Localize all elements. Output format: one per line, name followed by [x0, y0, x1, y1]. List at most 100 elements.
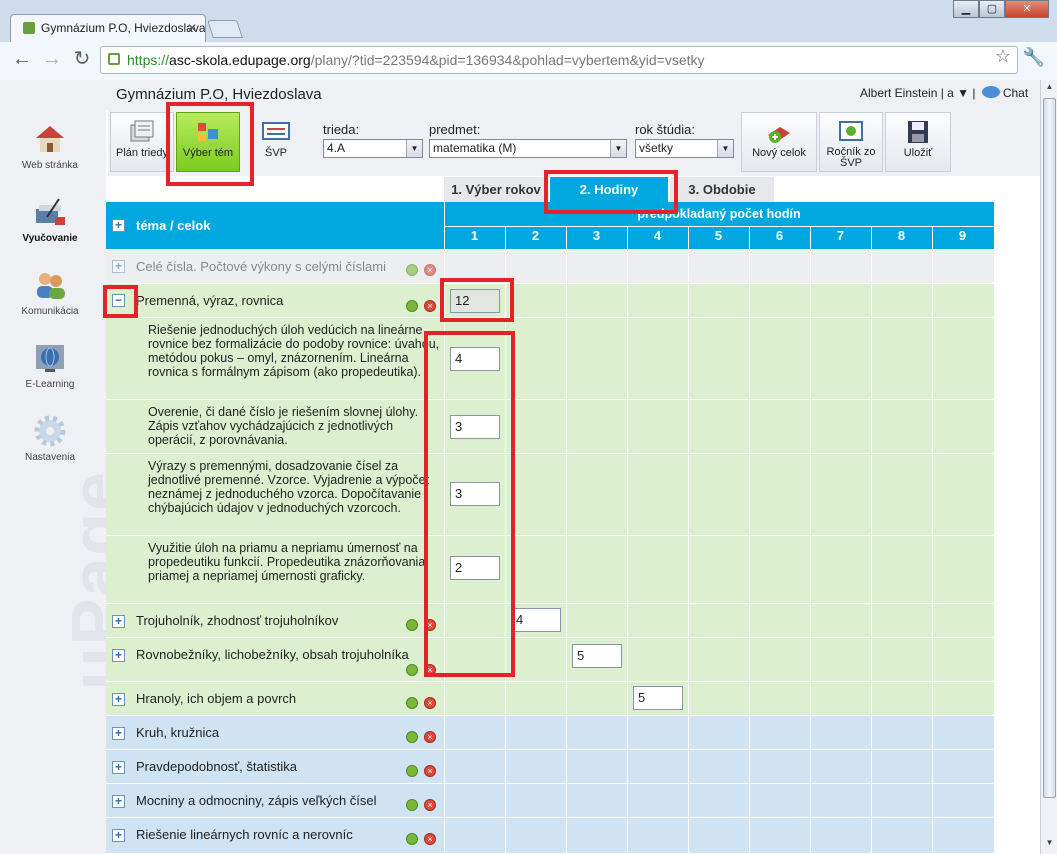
scroll-thumb[interactable] [1043, 98, 1056, 798]
nav-komunikacia[interactable]: Komunikácia [0, 268, 100, 317]
predmet-value: matematika (M) [433, 141, 517, 155]
nav-nastavenia[interactable]: Nastavenia [0, 414, 100, 463]
rok-studia-select[interactable]: všetky ▼ [635, 139, 734, 158]
approve-icon[interactable] [406, 697, 418, 709]
expand-button[interactable]: + [112, 693, 125, 706]
lock-icon [108, 53, 120, 65]
topic-label: Riešenie lineárnych rovníc a nerovníc [136, 827, 353, 842]
nav-label-vyucovanie: Vyučovanie [22, 233, 78, 244]
favicon-icon [23, 22, 35, 34]
tab-hodiny[interactable]: 2. Hodiny [550, 177, 668, 203]
wrench-menu-icon[interactable]: 🔧 [1023, 47, 1045, 68]
nav-e-learning[interactable]: E-Learning [0, 341, 100, 390]
delete-icon[interactable]: × [424, 833, 436, 845]
nav-web-stranka[interactable]: Web stránka [0, 122, 100, 171]
new-unit-icon [768, 127, 790, 143]
table-row: + Pravdepodobnosť, štatistika × [106, 750, 994, 784]
hours-input[interactable]: 4 [511, 608, 561, 632]
col-8: 8 [897, 228, 906, 243]
browser-tab[interactable]: Gymnázium P.O, Hviezdoslava ✕ [10, 14, 206, 42]
approve-icon[interactable] [406, 731, 418, 743]
row-actions: × [406, 664, 440, 678]
approve-icon[interactable] [406, 664, 418, 676]
hours-input[interactable]: 3 [450, 482, 500, 506]
scroll-down-icon[interactable]: ▼ [1043, 838, 1056, 852]
page-content: Gymnázium P.O, Hviezdoslava Albert Einst… [0, 80, 1040, 854]
delete-icon[interactable]: × [424, 765, 436, 777]
expand-button[interactable]: + [112, 795, 125, 808]
collapse-button[interactable]: − [112, 294, 125, 307]
chat-icon[interactable] [981, 86, 1000, 98]
close-tab-icon[interactable]: ✕ [187, 15, 197, 41]
delete-icon[interactable]: × [424, 697, 436, 709]
trieda-select[interactable]: 4.A ▼ [323, 139, 423, 158]
ulozit-button[interactable]: Uložiť [885, 112, 951, 172]
col-1: 1 [470, 228, 479, 243]
back-arrow-icon[interactable]: ← [10, 47, 34, 71]
globe-icon [36, 345, 64, 372]
approve-icon[interactable] [406, 833, 418, 845]
approve-icon[interactable] [406, 619, 418, 631]
tab-obdobie[interactable]: 3. Obdobie [670, 177, 774, 203]
nav-vyucovanie[interactable]: Vyučovanie [0, 195, 100, 244]
approve-icon[interactable] [406, 765, 418, 777]
expand-button[interactable]: + [112, 649, 125, 662]
user-menu[interactable]: Albert Einstein | a ▼ | Chat [860, 86, 1028, 100]
topic-label: Hranoly, ich objem a povrch [136, 691, 297, 706]
approve-icon[interactable] [406, 264, 418, 276]
minimize-button[interactable]: ▁ [953, 0, 979, 18]
hours-input[interactable]: 4 [450, 347, 500, 371]
plan-triedy-button[interactable]: Plán triedy [110, 112, 174, 172]
vyber-tem-button[interactable]: Výber tém [176, 112, 240, 172]
delete-icon[interactable]: × [424, 731, 436, 743]
hours-input[interactable]: 2 [450, 556, 500, 580]
row-actions: × [406, 731, 440, 745]
topic-label: Kruh, kružnica [136, 725, 220, 740]
delete-icon[interactable]: × [424, 264, 436, 276]
svp-icon [262, 122, 290, 140]
approve-icon[interactable] [406, 799, 418, 811]
expand-button[interactable]: + [112, 829, 125, 842]
scroll-up-icon[interactable]: ▲ [1043, 82, 1056, 96]
chevron-down-icon: ▼ [610, 140, 626, 157]
reload-icon[interactable]: ↻ [70, 47, 94, 71]
novy-celok-button[interactable]: Nový celok [741, 112, 817, 172]
svp-button[interactable]: ŠVP [244, 112, 308, 172]
plan-triedy-label: Plán triedy [116, 147, 168, 159]
hours-total: 12 [450, 289, 500, 313]
hours-input[interactable]: 3 [450, 415, 500, 439]
user-name[interactable]: Albert Einstein | a ▼ | [860, 86, 976, 100]
tab-vyber-rokov[interactable]: 1. Výber rokov [444, 177, 548, 203]
row-actions: × [406, 697, 440, 711]
maximize-button[interactable]: ▢ [979, 0, 1005, 18]
close-window-button[interactable]: ✕ [1005, 0, 1049, 18]
delete-icon[interactable]: × [424, 619, 436, 631]
new-tab-button[interactable] [207, 20, 243, 38]
topic-label: Pravdepodobnosť, štatistika [136, 759, 297, 774]
expand-button[interactable]: + [112, 761, 125, 774]
expand-button[interactable]: + [112, 615, 125, 628]
delete-icon[interactable]: × [424, 664, 436, 676]
forward-arrow-icon[interactable]: → [40, 47, 64, 71]
browser-toolbar: ← → ↻ https://asc-skola.edupage.org/plan… [0, 42, 1057, 80]
expand-button[interactable]: + [112, 727, 125, 740]
row-actions: × [406, 264, 440, 278]
expand-all-button[interactable]: + [112, 219, 125, 232]
subtopic-text: Využitie úloh na priamu a nepriamu úmern… [148, 541, 426, 583]
chat-link[interactable]: Chat [1003, 86, 1028, 100]
subtopic-text: Riešenie jednoduchých úloh vedúcich na l… [148, 323, 440, 379]
delete-icon[interactable]: × [424, 300, 436, 312]
delete-icon[interactable]: × [424, 799, 436, 811]
address-bar[interactable]: https://asc-skola.edupage.org/plany/?tid… [100, 46, 1018, 74]
expand-button[interactable]: + [112, 260, 125, 273]
predmet-select[interactable]: matematika (M) ▼ [429, 139, 627, 158]
hours-input[interactable]: 5 [633, 686, 683, 710]
rocnik-zo-svp-button[interactable]: Ročník zo ŠVP [819, 112, 883, 172]
bookmark-star-icon[interactable]: ☆ [995, 46, 1011, 67]
table-header: + téma / celok predpokladaný počet hodín… [106, 202, 994, 250]
approve-icon[interactable] [406, 300, 418, 312]
scrollbar[interactable]: ▲ ▼ [1040, 80, 1057, 854]
hours-input[interactable]: 5 [572, 644, 622, 668]
topic-label: Trojuholník, zhodnosť trojuholníkov [136, 613, 339, 628]
hours-header: predpokladaný počet hodín [637, 207, 801, 221]
